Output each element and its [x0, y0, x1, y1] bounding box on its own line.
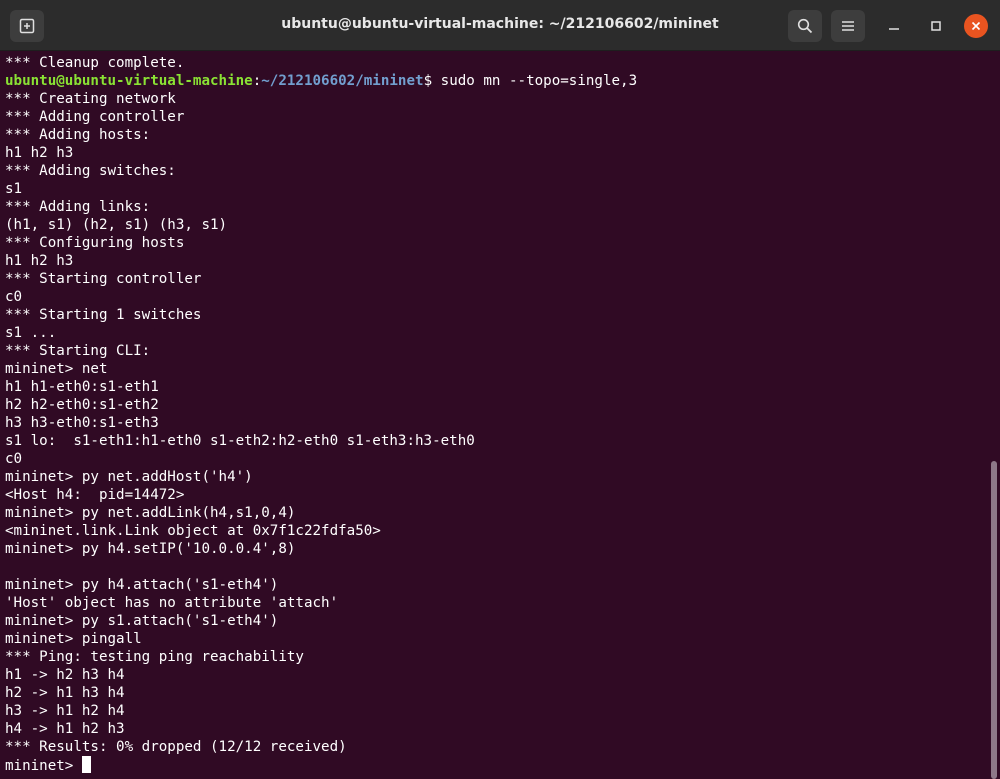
terminal-line: *** Creating network	[5, 91, 176, 107]
terminal-line: h1 h2 h3	[5, 253, 74, 269]
terminal-line: h1 h2 h3	[5, 145, 74, 161]
hamburger-menu-icon	[842, 21, 854, 31]
search-button[interactable]	[788, 10, 822, 42]
terminal-line: h1 h1-eth0:s1-eth1	[5, 379, 159, 395]
terminal-line: <mininet.link.Link object at 0x7f1c22fdf…	[5, 523, 381, 539]
terminal-line: 'Host' object has no attribute 'attach'	[5, 595, 339, 611]
terminal-line: mininet> py s1.attach('s1-eth4')	[5, 613, 279, 629]
close-icon	[971, 21, 981, 31]
terminal-line: *** Starting controller	[5, 271, 202, 287]
terminal-line: *** Adding hosts:	[5, 127, 151, 143]
terminal-line: h1 -> h2 h3 h4	[5, 667, 125, 683]
terminal-line: <Host h4: pid=14472>	[5, 487, 185, 503]
current-prompt-line[interactable]: mininet>	[5, 756, 988, 774]
prompt-command: sudo mn --topo=single,3	[440, 73, 638, 89]
terminal-line: (h1, s1) (h2, s1) (h3, s1)	[5, 217, 228, 233]
terminal-line: *** Ping: testing ping reachability	[5, 649, 304, 665]
terminal-line: *** Adding links:	[5, 199, 151, 215]
scrollbar[interactable]	[988, 51, 1000, 779]
terminal-line: mininet> net	[5, 361, 108, 377]
terminal-line: mininet> py h4.attach('s1-eth4')	[5, 577, 279, 593]
terminal-output[interactable]: *** Cleanup complete. ubuntu@ubuntu-virt…	[0, 51, 988, 779]
prompt-symbol: $	[423, 73, 441, 89]
maximize-icon	[931, 21, 941, 31]
terminal-line: c0	[5, 289, 23, 305]
terminal-line: mininet> pingall	[5, 631, 142, 647]
maximize-button[interactable]	[925, 15, 947, 37]
current-prompt: mininet>	[5, 758, 82, 774]
terminal-line: *** Cleanup complete.	[5, 55, 185, 71]
terminal-window: ubuntu@ubuntu-virtual-machine: ~/2121066…	[0, 0, 1000, 779]
terminal-line: h3 -> h1 h2 h4	[5, 703, 125, 719]
minimize-icon	[889, 28, 899, 30]
terminal-line: mininet> py net.addLink(h4,s1,0,4)	[5, 505, 296, 521]
prompt-user-host: ubuntu@ubuntu-virtual-machine	[5, 73, 253, 89]
terminal-line: *** Configuring hosts	[5, 235, 185, 251]
prompt-path: ~/212106602/mininet	[261, 73, 424, 89]
terminal-line: *** Starting 1 switches	[5, 307, 202, 323]
terminal-line: mininet> py h4.setIP('10.0.0.4',8)	[5, 541, 296, 557]
terminal-line: h4 -> h1 h2 h3	[5, 721, 125, 737]
shell-prompt-line: ubuntu@ubuntu-virtual-machine:~/21210660…	[5, 72, 988, 90]
terminal-line: h2 h2-eth0:s1-eth2	[5, 397, 159, 413]
terminal-line: s1 ...	[5, 325, 57, 341]
terminal-line: c0	[5, 451, 23, 467]
title-bar[interactable]: ubuntu@ubuntu-virtual-machine: ~/2121066…	[0, 0, 1000, 51]
terminal-line: h3 h3-eth0:s1-eth3	[5, 415, 159, 431]
terminal-line: *** Adding controller	[5, 109, 185, 125]
terminal-line: h2 -> h1 h3 h4	[5, 685, 125, 701]
close-button[interactable]	[964, 14, 988, 38]
terminal-line: *** Starting CLI:	[5, 343, 151, 359]
terminal-line: *** Results: 0% dropped (12/12 received)	[5, 739, 347, 755]
prompt-separator: :	[252, 73, 262, 89]
text-cursor	[81, 756, 91, 773]
terminal-line: s1	[5, 181, 23, 197]
minimize-button[interactable]	[883, 15, 905, 37]
terminal-line: mininet> py net.addHost('h4')	[5, 469, 253, 485]
terminal-line: *** Adding switches:	[5, 163, 176, 179]
menu-button[interactable]	[831, 10, 865, 42]
search-icon	[797, 18, 813, 34]
terminal-line: s1 lo: s1-eth1:h1-eth0 s1-eth2:h2-eth0 s…	[5, 433, 475, 449]
scrollbar-thumb[interactable]	[991, 461, 997, 779]
